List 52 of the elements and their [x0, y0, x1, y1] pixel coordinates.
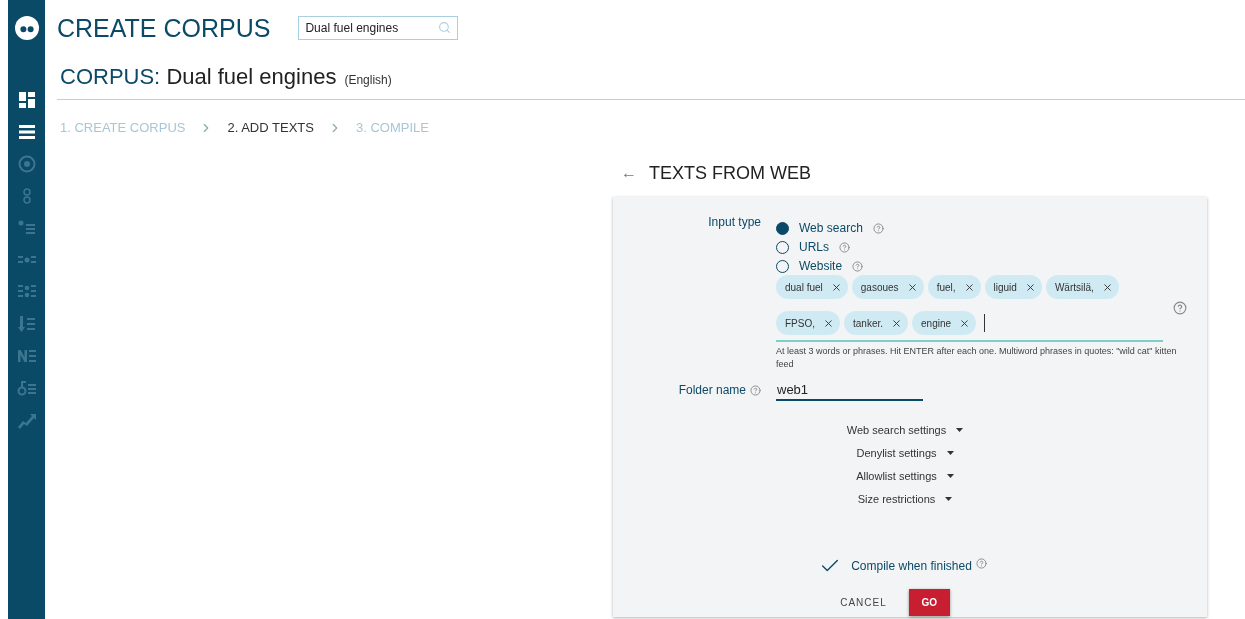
- back-arrow[interactable]: ←: [621, 164, 637, 182]
- radio-button[interactable]: [776, 221, 789, 235]
- folder-name-field[interactable]: web1: [776, 380, 923, 402]
- settings-toggle[interactable]: Size restrictions: [851, 490, 959, 508]
- field-label: Folder name: [613, 380, 761, 398]
- help-icon[interactable]: [872, 222, 884, 234]
- go-button[interactable]: GO: [908, 589, 950, 617]
- radio-label: Website: [799, 259, 843, 273]
- help-icon[interactable]: [750, 384, 761, 396]
- remove-icon[interactable]: [1101, 281, 1113, 293]
- text-cursor: [984, 314, 986, 332]
- caret-icon: [945, 496, 953, 501]
- keyword-chip[interactable]: Wärtsilä,: [1045, 275, 1119, 299]
- settings-toggle[interactable]: Allowlist settings: [850, 467, 960, 485]
- radio-label: URLs: [799, 240, 829, 254]
- remove-icon[interactable]: [959, 317, 971, 329]
- help-icon[interactable]: [839, 241, 850, 253]
- help-icon[interactable]: [852, 260, 864, 272]
- remove-icon[interactable]: [823, 317, 834, 329]
- dashboard-icon[interactable]: [16, 90, 37, 110]
- corpus-title: CORPUS: Dual fuel engines: [60, 64, 337, 90]
- field-label: Input type: [707, 215, 761, 229]
- cancel-button[interactable]: CANCEL: [832, 589, 895, 617]
- keyword-chip[interactable]: engine: [912, 311, 977, 335]
- settings-toggle[interactable]: Denylist settings: [850, 444, 960, 462]
- remove-icon[interactable]: [891, 317, 903, 329]
- field-hint: At least 3 words or phrases. Hit ENTER after each one. Multiword phrases in quotes: "wild cat" kitten feed: [776, 345, 1178, 371]
- keyword-chip[interactable]: liguid: [984, 275, 1042, 299]
- help-icon[interactable]: [975, 557, 987, 569]
- corpus-language: (English): [344, 73, 392, 87]
- radio-label: Web search: [799, 221, 863, 235]
- tags-field[interactable]: dual fuel gasoues fuel, liguid Wärtsilä, FPSO, tanker. engine: [776, 273, 1163, 342]
- help-icon[interactable]: [1173, 300, 1187, 315]
- remove-icon[interactable]: [830, 281, 842, 293]
- panel-title: TEXTS FROM WEB: [649, 162, 811, 184]
- keyword-chip[interactable]: fuel,: [927, 275, 981, 299]
- search-field[interactable]: Dual fuel engines: [298, 16, 459, 40]
- keyword-chip[interactable]: gasoues: [851, 275, 924, 299]
- keyword-chip[interactable]: FPSO,: [776, 311, 840, 335]
- caret-icon: [946, 473, 954, 478]
- remove-icon[interactable]: [1024, 281, 1036, 293]
- checkbox-label: Compile when finished: [851, 559, 972, 574]
- list-icon[interactable]: [16, 122, 37, 142]
- caret-icon: [956, 427, 964, 432]
- keyword-chip[interactable]: tanker.: [844, 311, 909, 335]
- keyword-chip[interactable]: dual fuel: [776, 275, 848, 299]
- settings-toggle[interactable]: Web search settings: [840, 421, 970, 439]
- remove-icon[interactable]: [906, 281, 918, 293]
- wizard-step[interactable]: 2. ADD TEXTS: [227, 120, 314, 135]
- page-title: CREATE CORPUS: [57, 13, 271, 43]
- remove-icon[interactable]: [963, 281, 975, 293]
- caret-icon: [946, 450, 954, 455]
